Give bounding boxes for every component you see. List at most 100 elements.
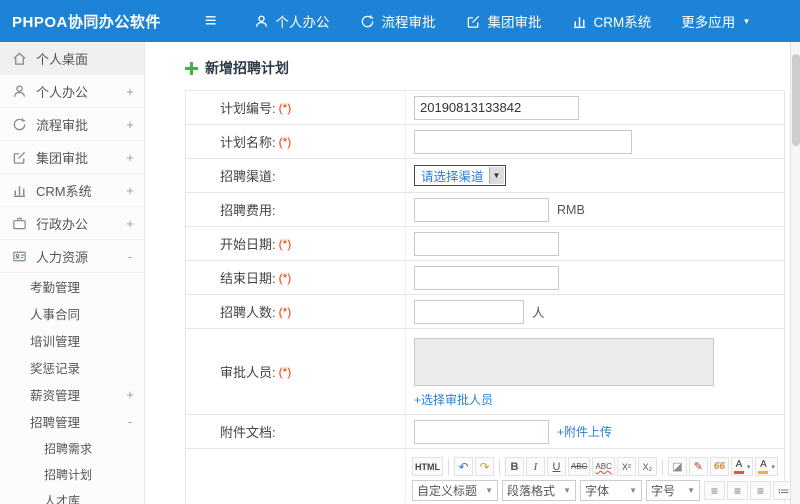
dropdown-label: 段落格式	[507, 484, 556, 498]
sidebar-item-rewards[interactable]: 奖惩记录	[0, 354, 144, 381]
scrollbar-thumb[interactable]	[792, 54, 800, 146]
approver-row: 审批人员: (*) +选择审批人员	[186, 329, 784, 415]
sidebar-item-recruit-demand[interactable]: 招聘需求	[0, 435, 144, 461]
superscript-button[interactable]: X²	[616, 457, 636, 476]
spellcheck-button[interactable]: ABC	[592, 457, 615, 476]
collapse-toggle[interactable]: -	[124, 249, 136, 264]
expand-toggle[interactable]: +	[124, 150, 136, 165]
approver-textarea[interactable]	[414, 338, 714, 386]
sidebar-item-training[interactable]: 培训管理	[0, 327, 144, 354]
topnav-label: 个人办公	[275, 15, 330, 30]
subscript-button[interactable]: X₂	[637, 457, 657, 476]
approver-select-link[interactable]: +选择审批人员	[414, 391, 493, 408]
id-card-icon	[12, 248, 28, 264]
sidebar-item-label: 流程审批	[36, 117, 89, 133]
expand-toggle[interactable]: +	[124, 183, 136, 198]
custom-heading-dropdown[interactable]: 自定义标题 ▼	[412, 480, 498, 501]
strikethrough-button[interactable]: ABC	[568, 457, 591, 476]
attachment-input[interactable]	[414, 419, 549, 444]
plan-no-input[interactable]	[414, 95, 579, 120]
vertical-scrollbar[interactable]	[790, 42, 800, 504]
font-color-button[interactable]: A ▾	[730, 457, 754, 476]
bold-button[interactable]: B	[505, 457, 524, 476]
sidebar-item-label: 薪资管理	[30, 389, 81, 403]
menu-toggle-icon[interactable]: ≡	[205, 11, 217, 31]
topnav-group-approval[interactable]: 集团审批	[451, 0, 557, 42]
font-color-swatch	[733, 470, 744, 474]
sidebar-item-group-approval[interactable]: 集团审批 +	[0, 141, 144, 174]
person-icon	[254, 13, 270, 29]
expand-toggle[interactable]: +	[124, 387, 136, 402]
sidebar-item-desktop[interactable]: 个人桌面	[0, 42, 144, 75]
topnav-label: CRM系统	[593, 15, 652, 30]
sidebar-item-admin-office[interactable]: 行政办公 +	[0, 207, 144, 240]
underline-button[interactable]: U	[547, 457, 566, 476]
align-left-icon[interactable]: ≡	[704, 481, 725, 500]
expand-toggle[interactable]: +	[124, 117, 136, 132]
sidebar-item-salary[interactable]: 薪资管理 +	[0, 381, 144, 408]
field-label: 招聘费用:	[220, 203, 276, 218]
paragraph-format-dropdown[interactable]: 段落格式 ▼	[502, 480, 576, 501]
required-marker: (*)	[278, 134, 292, 149]
page-title-text: 新增招聘计划	[205, 60, 289, 76]
topnav-personal-office[interactable]: 个人办公	[239, 0, 345, 42]
topnav-crm[interactable]: CRM系统	[557, 0, 667, 42]
required-marker: (*)	[278, 100, 292, 115]
sidebar-item-label: 个人桌面	[36, 51, 89, 67]
expand-toggle[interactable]: +	[124, 84, 136, 99]
topnav-label: 集团审批	[487, 15, 542, 30]
fee-input[interactable]	[414, 197, 549, 222]
end-date-input[interactable]	[414, 265, 559, 290]
align-center-icon[interactable]: ≡	[727, 481, 748, 500]
flow-icon	[12, 116, 28, 132]
sidebar-item-recruit-mgmt[interactable]: 招聘管理 -	[0, 408, 144, 435]
highlight-color-button[interactable]: A ▾	[755, 457, 778, 476]
field-label: 审批人员:	[220, 365, 276, 380]
sidebar-item-label: 人才库	[44, 493, 81, 504]
dropdown-label: 自定义标题	[417, 484, 478, 498]
topnav-more-apps[interactable]: 更多应用 ▾	[666, 0, 764, 42]
undo-icon[interactable]: ↶	[454, 457, 473, 476]
attachment-row: 附件文档: +附件上传	[186, 415, 784, 449]
blockquote-button[interactable]: 66	[709, 457, 729, 476]
sidebar-item-attendance[interactable]: 考勤管理	[0, 273, 144, 300]
eraser-icon[interactable]: ◪	[667, 457, 687, 476]
sidebar-item-talent-pool[interactable]: 人才库	[0, 487, 144, 504]
format-brush-icon[interactable]: ✎	[688, 457, 708, 476]
expand-toggle[interactable]: +	[124, 216, 136, 231]
redo-icon[interactable]: ↷	[475, 457, 494, 476]
recruit-channel-select[interactable]: 请选择渠道 ▼	[414, 165, 506, 186]
topnav-workflow-approval[interactable]: 流程审批	[345, 0, 451, 42]
headcount-row: 招聘人数: (*) 人	[186, 295, 784, 329]
sidebar-item-label: 人力资源	[36, 249, 89, 265]
sidebar-item-label: 招聘计划	[44, 467, 93, 482]
italic-button[interactable]: I	[526, 457, 545, 476]
font-family-dropdown[interactable]: 字体 ▼	[580, 480, 642, 501]
main-layout: 个人桌面 个人办公 + 流程审批 + 集团审批 + CRM系统 + 行政办公 +…	[0, 42, 800, 504]
add-icon	[185, 61, 198, 75]
font-size-dropdown[interactable]: 字号 ▼	[646, 480, 700, 501]
sidebar-item-crm[interactable]: CRM系统 +	[0, 174, 144, 207]
app-logo[interactable]: PHPOA协同办公软件	[12, 11, 161, 32]
headcount-input[interactable]	[414, 299, 524, 324]
fee-row: 招聘费用: RMB	[186, 193, 784, 227]
attachment-upload-link[interactable]: +附件上传	[557, 423, 612, 440]
collapse-toggle[interactable]: -	[124, 414, 136, 429]
sidebar-item-contract[interactable]: 人事合同	[0, 300, 144, 327]
rich-text-editor: HTML ↶ ↷ B I U ABC ABC X² X₂ ◪ ✎ 66 A ▾ …	[406, 449, 800, 503]
briefcase-icon	[12, 215, 28, 231]
highlight-color-swatch	[758, 470, 769, 474]
required-marker: (*)	[278, 304, 292, 319]
html-source-button[interactable]: HTML	[412, 457, 443, 476]
required-marker: (*)	[278, 270, 292, 285]
sidebar-item-recruit-plan[interactable]: 招聘计划	[0, 461, 144, 487]
sidebar-item-personal-office[interactable]: 个人办公 +	[0, 75, 144, 108]
edit-icon	[12, 149, 28, 165]
start-date-input[interactable]	[414, 231, 559, 256]
sidebar-item-hr[interactable]: 人力资源 -	[0, 240, 144, 273]
end-date-row: 结束日期: (*)	[186, 261, 784, 295]
align-right-icon[interactable]: ≡	[750, 481, 771, 500]
plan-name-input[interactable]	[414, 129, 632, 154]
home-icon	[12, 50, 28, 66]
sidebar-item-workflow-approval[interactable]: 流程审批 +	[0, 108, 144, 141]
